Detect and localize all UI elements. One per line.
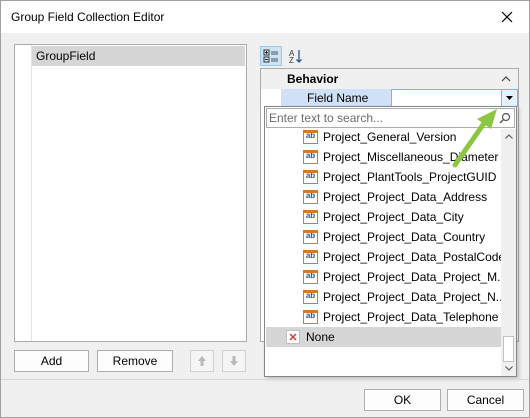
svg-text:Z: Z (289, 56, 294, 64)
field-name-label: Field Name (281, 89, 391, 107)
item-label: Project_Project_Data_Telephone (323, 310, 499, 324)
list-item[interactable]: ab Project_Project_Data_Address (266, 187, 501, 207)
list-gutter (15, 45, 32, 341)
text-field-icon: ab (303, 290, 318, 304)
dropdown-button[interactable] (501, 90, 517, 106)
text-field-icon: ab (303, 210, 318, 224)
list-item-none[interactable]: None (266, 327, 501, 347)
ok-button[interactable]: OK (364, 389, 441, 411)
list-item[interactable]: ab Project_Project_Data_PostalCode (266, 247, 501, 267)
arrow-up-icon (198, 356, 206, 366)
list-item[interactable]: ab Project_Project_Data_Project_M... (266, 267, 501, 287)
text-field-icon: ab (303, 150, 318, 164)
item-label: Project_Project_Data_City (323, 210, 464, 224)
none-icon (286, 330, 300, 344)
add-button[interactable]: Add (14, 350, 89, 372)
close-button[interactable] (485, 1, 529, 33)
item-label: Project_PlantTools_ProjectGUID (323, 170, 497, 184)
annotation-arrow (452, 109, 497, 168)
category-behavior[interactable]: Behavior (261, 69, 518, 89)
footer-divider (1, 379, 529, 380)
window-title: Group Field Collection Editor (11, 10, 165, 24)
list-item[interactable]: ab Project_Project_Data_Country (266, 227, 501, 247)
cancel-button[interactable]: Cancel (447, 389, 524, 411)
item-label: Project_Project_Data_Project_M... (323, 270, 501, 284)
item-label: Project_General_Version (323, 130, 457, 144)
category-label: Behavior (287, 72, 339, 86)
item-label: Project_Project_Data_Project_N... (323, 290, 501, 304)
chevron-up-icon[interactable] (500, 73, 512, 85)
sort-alphabetical-icon: A Z (289, 49, 302, 64)
text-field-icon: ab (303, 270, 318, 284)
item-label: None (306, 330, 335, 344)
text-field-icon: ab (303, 130, 318, 144)
scroll-thumb[interactable] (503, 336, 514, 362)
item-label: Project_Project_Data_PostalCode (323, 250, 501, 264)
text-field-icon: ab (303, 230, 318, 244)
move-up-button[interactable] (190, 350, 214, 372)
chevron-up-icon (504, 134, 513, 139)
arrow-down-icon (230, 356, 238, 366)
text-field-icon: ab (303, 170, 318, 184)
chevron-down-icon (506, 96, 513, 100)
scroll-down-button[interactable] (501, 361, 516, 376)
list-item[interactable]: ab Project_Project_Data_Telephone (266, 307, 501, 327)
list-item[interactable]: ab Project_Project_Data_Project_N... (266, 287, 501, 307)
vertical-scrollbar[interactable] (501, 129, 516, 376)
list-item[interactable]: GroupField (32, 46, 245, 66)
move-down-button[interactable] (222, 350, 246, 372)
list-item[interactable]: ab Project_PlantTools_ProjectGUID (266, 167, 501, 187)
title-bar: Group Field Collection Editor (1, 1, 529, 33)
item-label: Project_Project_Data_Address (323, 190, 488, 204)
close-icon (501, 11, 513, 23)
list-item[interactable]: ab Project_Project_Data_City (266, 207, 501, 227)
item-label: Project_Project_Data_Country (323, 230, 486, 244)
dialog-window: Group Field Collection Editor GroupField… (0, 0, 530, 418)
categorized-icon (263, 49, 278, 63)
remove-button[interactable]: Remove (97, 350, 173, 372)
text-field-icon: ab (303, 250, 318, 264)
text-field-icon: ab (303, 190, 318, 204)
alphabetical-button[interactable]: A Z (285, 46, 307, 66)
text-field-icon: ab (303, 310, 318, 324)
scroll-up-button[interactable] (501, 129, 516, 144)
collection-list[interactable]: GroupField (14, 44, 247, 342)
chevron-down-icon (504, 366, 513, 371)
categorized-button[interactable] (260, 46, 282, 66)
